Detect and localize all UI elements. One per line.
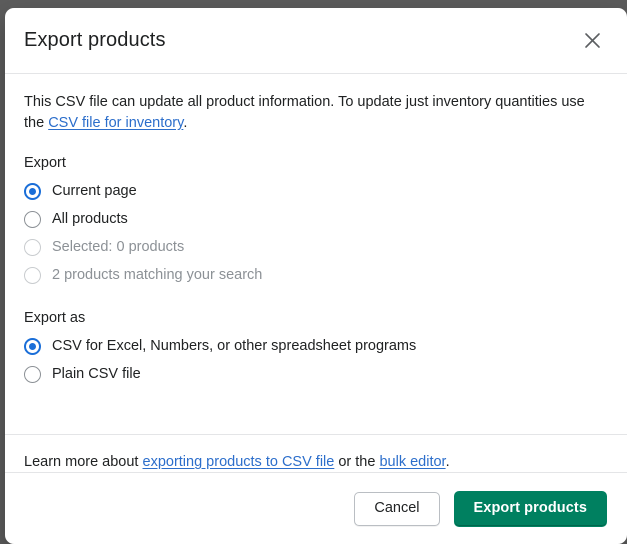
intro-text: This CSV file can update all product inf… [24,92,599,134]
export-format-label: Export as [24,310,608,326]
radio-indicator [24,338,41,355]
exporting-products-link[interactable]: exporting products to CSV file [143,454,335,470]
bulk-editor-link[interactable]: bulk editor [379,454,445,470]
radio-label: Current page [52,182,137,200]
export-format-group: Export as CSV for Excel, Numbers, or oth… [24,310,608,388]
close-button[interactable] [575,24,609,58]
radio-indicator [24,267,41,284]
radio-label: Selected: 0 products [52,238,184,256]
radio-indicator [24,366,41,383]
radio-indicator [24,239,41,256]
radio-label: All products [52,210,128,228]
dialog-body: This CSV file can update all product inf… [5,74,627,414]
learn-more-middle: or the [334,454,379,470]
learn-more-text: Learn more about exporting products to C… [24,452,608,472]
export-scope-group: Export Current page All products Selecte… [24,155,608,289]
radio-option-csv-for-excel[interactable]: CSV for Excel, Numbers, or other spreads… [24,332,608,360]
export-products-button[interactable]: Export products [454,491,607,527]
radio-option-all-products[interactable]: All products [24,205,608,233]
learn-more-suffix: . [446,454,450,470]
radio-indicator [24,211,41,228]
export-products-dialog: Export products This CSV file can update… [5,8,627,544]
csv-file-for-inventory-link[interactable]: CSV file for inventory [48,115,183,131]
close-icon [583,31,602,50]
learn-more-section: Learn more about exporting products to C… [5,434,627,472]
learn-more-prefix: Learn more about [24,454,143,470]
dialog-header: Export products [5,8,627,74]
radio-option-current-page[interactable]: Current page [24,177,608,205]
radio-label: 2 products matching your search [52,266,262,284]
export-scope-label: Export [24,155,608,171]
radio-option-matching-search: 2 products matching your search [24,261,608,289]
radio-label: CSV for Excel, Numbers, or other spreads… [52,337,416,355]
radio-indicator [24,183,41,200]
intro-text-after: . [183,115,187,131]
dialog-title: Export products [24,29,575,52]
dialog-footer: Cancel Export products [5,472,627,544]
radio-label: Plain CSV file [52,365,141,383]
radio-option-selected-products: Selected: 0 products [24,233,608,261]
radio-option-plain-csv[interactable]: Plain CSV file [24,360,608,388]
cancel-button[interactable]: Cancel [354,492,439,526]
